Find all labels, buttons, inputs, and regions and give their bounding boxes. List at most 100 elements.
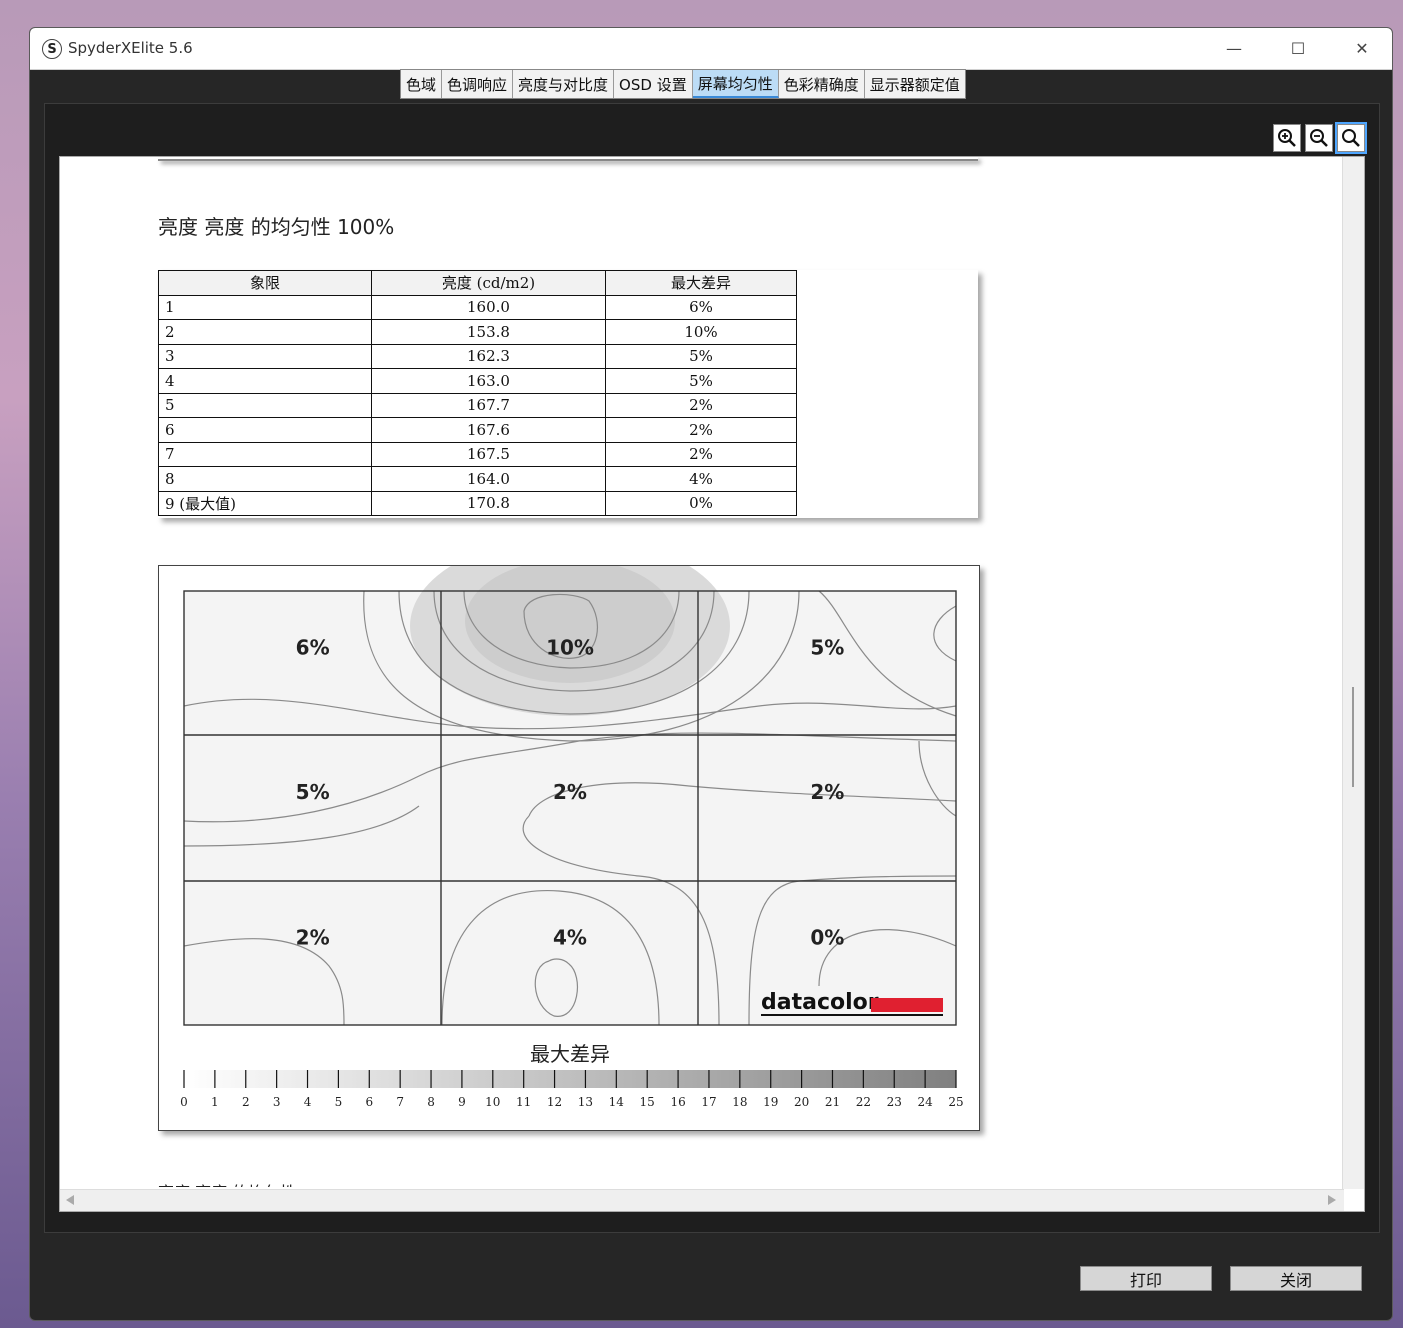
luminance-cell: 167.5 <box>371 441 606 467</box>
quadrant-cell: 4 <box>158 368 372 394</box>
legend-tick-label: 21 <box>825 1095 840 1109</box>
report-tab-bar: 色域 色调响应 亮度与对比度 OSD 设置 屏幕均匀性 色彩精确度 显示器额定值 <box>400 69 966 99</box>
max-diff-cell: 4% <box>605 466 797 492</box>
legend-tick-label: 1 <box>211 1095 219 1109</box>
quadrant-cell: 1 <box>158 294 372 320</box>
legend-title: 最大差异 <box>530 1042 610 1066</box>
max-diff-cell: 0% <box>605 490 797 516</box>
legend-tick-label: 22 <box>856 1095 871 1109</box>
quadrant-cell: 7 <box>158 441 372 467</box>
cell-label: 5% <box>296 780 330 804</box>
column-header-max-diff: 最大差异 <box>605 270 797 296</box>
table-header-row: 象限 亮度 (cd/m2) 最大差异 <box>158 270 797 296</box>
legend-tick-label: 15 <box>640 1095 655 1109</box>
uniformity-table: 象限 亮度 (cd/m2) 最大差异 1 160.0 6% 2 153.8 10% 31… <box>158 270 797 516</box>
table-row: 9 (最大值) 170.8 0% <box>158 490 797 516</box>
legend-tick-label: 10 <box>485 1095 500 1109</box>
scroll-right-icon[interactable] <box>1328 1195 1336 1205</box>
tab-screen-uniformity[interactable]: 屏幕均匀性 <box>692 70 779 98</box>
legend-tick-label: 23 <box>887 1095 902 1109</box>
cell-label: 4% <box>553 925 587 949</box>
cell-label: 10% <box>546 635 594 659</box>
cell-label: 5% <box>810 635 844 659</box>
max-diff-cell: 6% <box>605 294 797 320</box>
uniformity-contour-chart: 6% 10% 5%5% 2% 2%2% 4% 0% datacolor 最大差异 01234… <box>180 566 964 1109</box>
legend-tick-label: 2 <box>242 1095 250 1109</box>
legend-tick-label: 8 <box>427 1095 435 1109</box>
column-header-luminance: 亮度 (cd/m2) <box>371 270 606 296</box>
quadrant-cell: 9 (最大值) <box>158 490 372 516</box>
cell-label: 2% <box>296 925 330 949</box>
tab-osd-settings[interactable]: OSD 设置 <box>614 70 693 98</box>
table-row: 4 163.0 5% <box>158 368 797 394</box>
app-window: S SpyderXElite 5.6 — ☐ ✕ 色域 色调响应 亮度与对比度 … <box>29 27 1393 1321</box>
vertical-scrollbar[interactable] <box>1342 157 1364 1189</box>
legend-tick-label: 5 <box>335 1095 343 1109</box>
luminance-cell: 160.0 <box>371 294 606 320</box>
legend-tick-label: 20 <box>794 1095 809 1109</box>
close-button[interactable]: 关闭 <box>1230 1266 1362 1291</box>
tab-color-accuracy[interactable]: 色彩精确度 <box>778 70 865 98</box>
legend-tick-label: 25 <box>948 1095 963 1109</box>
report-viewer[interactable]: 亮度 亮度 的均匀性 100% 象限 亮度 (cd/m2) 最大差异 1 160.… <box>59 156 1365 1212</box>
cell-label: 6% <box>296 635 330 659</box>
luminance-cell: 163.0 <box>371 368 606 394</box>
luminance-cell: 167.7 <box>371 392 606 418</box>
legend-tick-label: 12 <box>547 1095 562 1109</box>
zoom-in-icon[interactable] <box>1273 124 1301 152</box>
quadrant-cell: 2 <box>158 319 372 345</box>
legend-tick-label: 11 <box>516 1095 531 1109</box>
column-header-quadrant: 象限 <box>158 270 372 296</box>
max-diff-cell: 2% <box>605 441 797 467</box>
table-row: 5 167.7 2% <box>158 392 797 418</box>
maximize-button[interactable]: ☐ <box>1266 28 1330 68</box>
legend-tick-label: 13 <box>578 1095 593 1109</box>
legend-tick-label: 18 <box>732 1095 747 1109</box>
quadrant-cell: 8 <box>158 466 372 492</box>
quadrant-cell: 3 <box>158 343 372 369</box>
legend-tick-label: 17 <box>701 1095 716 1109</box>
uniformity-table-card: 象限 亮度 (cd/m2) 最大差异 1 160.0 6% 2 153.8 10% 31… <box>158 270 978 518</box>
tab-brightness-contrast[interactable]: 亮度与对比度 <box>513 70 615 98</box>
luminance-cell: 164.0 <box>371 466 606 492</box>
legend-tick-label: 9 <box>458 1095 466 1109</box>
legend-tick-label: 19 <box>763 1095 778 1109</box>
max-diff-cell: 10% <box>605 319 797 345</box>
section-title: 亮度 亮度 的均匀性 100% <box>158 215 395 239</box>
tab-tone-response[interactable]: 色调响应 <box>442 70 514 98</box>
legend-tick-label: 3 <box>273 1095 281 1109</box>
spyder-logo-icon: S <box>42 39 62 59</box>
minimize-button[interactable]: — <box>1202 28 1266 68</box>
close-window-button[interactable]: ✕ <box>1330 28 1392 68</box>
legend-tick-label: 4 <box>304 1095 312 1109</box>
window-title: SpyderXElite 5.6 <box>68 39 193 57</box>
cell-label: 0% <box>810 925 844 949</box>
tab-gamut[interactable]: 色域 <box>401 70 443 98</box>
max-diff-cell: 2% <box>605 417 797 443</box>
table-row: 6 167.6 2% <box>158 417 797 443</box>
legend-tick-label: 24 <box>917 1095 933 1109</box>
zoom-fit-icon[interactable] <box>1335 122 1367 154</box>
next-section-fragment: 亮度 亮度 的均匀性 <box>158 1179 358 1187</box>
quadrant-cell: 6 <box>158 417 372 443</box>
luminance-cell: 153.8 <box>371 319 606 345</box>
luminance-cell: 162.3 <box>371 343 606 369</box>
report-panel: 亮度 亮度 的均匀性 100% 象限 亮度 (cd/m2) 最大差异 1 160.… <box>44 103 1380 1233</box>
luminance-cell: 167.6 <box>371 417 606 443</box>
scroll-left-icon[interactable] <box>66 1195 74 1205</box>
legend-gradient-bar <box>184 1070 956 1088</box>
tab-display-rating[interactable]: 显示器额定值 <box>864 70 965 98</box>
title-bar: S SpyderXElite 5.6 — ☐ ✕ <box>30 28 1392 70</box>
table-row: 7 167.5 2% <box>158 441 797 467</box>
datacolor-red-bar <box>871 998 943 1012</box>
horizontal-scrollbar[interactable] <box>60 1189 1344 1211</box>
zoom-out-icon[interactable] <box>1305 124 1333 152</box>
legend-tick-label: 14 <box>609 1095 625 1109</box>
table-row: 3 162.3 5% <box>158 343 797 369</box>
cell-label: 2% <box>553 780 587 804</box>
max-diff-cell: 2% <box>605 392 797 418</box>
legend-tick-label: 7 <box>396 1095 404 1109</box>
vertical-scroll-thumb[interactable] <box>1352 687 1354 787</box>
zoom-toolbar <box>1273 122 1367 154</box>
print-button[interactable]: 打印 <box>1080 1266 1212 1291</box>
